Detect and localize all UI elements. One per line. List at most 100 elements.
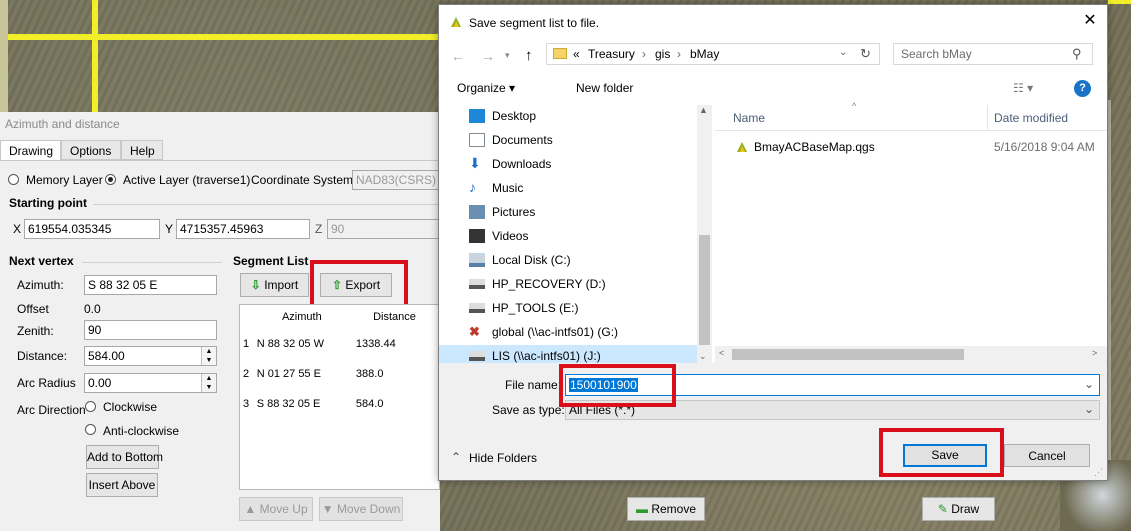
arc-radius-spin-buttons[interactable]: ▲ ▼ (201, 374, 216, 392)
row-number: 3 (243, 398, 250, 410)
scrollbar-thumb[interactable] (732, 349, 964, 360)
music-icon: ♪ (469, 179, 476, 195)
new-folder-button[interactable]: New folder (576, 81, 633, 95)
organize-menu[interactable]: Organize ▾ (457, 81, 515, 95)
move-down-button[interactable]: ▼ Move Down (319, 497, 403, 521)
cancel-button[interactable]: Cancel (1004, 444, 1090, 467)
move-down-label: Move Down (336, 502, 401, 516)
remove-icon: ▬ (635, 502, 648, 516)
chevron-down-icon[interactable]: ⌄ (1084, 402, 1094, 416)
tab-help[interactable]: Help (121, 140, 163, 160)
export-button[interactable]: ⇧ Export (320, 273, 392, 297)
column-divider[interactable] (987, 105, 988, 130)
breadcrumb-bmay[interactable]: bMay (690, 47, 719, 61)
active-layer-radio[interactable] (105, 174, 116, 185)
scroll-down-icon[interactable]: ⌄ (699, 351, 707, 362)
next-vertex-heading: Next vertex (9, 254, 74, 268)
clockwise-radio[interactable] (85, 401, 96, 412)
recent-dropdown-icon[interactable]: ▾ (505, 50, 510, 61)
table-row[interactable]: 2 N 01 27 55 E 388.0 (240, 359, 439, 389)
breadcrumb-gis[interactable]: gis (655, 47, 670, 61)
nav-item-global[interactable]: ✖ global (\\ac-intfs01) (G:) (469, 321, 709, 343)
scroll-left-icon[interactable]: < (719, 348, 724, 358)
road-gray (0, 0, 8, 112)
memory-layer-radio[interactable] (8, 174, 19, 185)
view-options-icon[interactable]: ☷ ▾ (1013, 81, 1033, 95)
chevron-down-icon[interactable]: ⌄ (839, 47, 847, 58)
scroll-up-icon[interactable]: ▲ (699, 105, 708, 115)
address-bar[interactable]: « Treasury › gis › bMay ⌄ ↻ (546, 43, 880, 65)
distance-spin-buttons[interactable]: ▲ ▼ (201, 347, 216, 365)
up-arrow-icon[interactable]: ↑ (525, 47, 533, 64)
column-header-distance[interactable]: Distance (350, 305, 439, 329)
add-to-bottom-button[interactable]: Add to Bottom (86, 445, 163, 469)
draw-button[interactable]: ✎ Draw (922, 497, 995, 521)
column-header-azimuth[interactable]: Azimuth (254, 305, 350, 329)
close-icon[interactable]: ✕ (1080, 11, 1100, 31)
nav-item-downloads[interactable]: ⬇ Downloads (469, 153, 709, 175)
arc-radius-spinbox[interactable]: 0.00 ▲ ▼ (84, 373, 217, 393)
nav-item-pictures[interactable]: Pictures (469, 201, 709, 223)
segment-table[interactable]: Azimuth Distance 1 N 88 32 05 W 1338.44 … (239, 304, 440, 490)
help-icon[interactable]: ? (1074, 80, 1091, 97)
refresh-icon[interactable]: ↻ (860, 46, 871, 62)
back-arrow-icon[interactable]: ← (451, 48, 465, 64)
zenith-input[interactable]: 90 (84, 320, 217, 340)
nav-item-local-disk[interactable]: Local Disk (C:) (469, 249, 709, 271)
arc-radius-label: Arc Radius (17, 376, 76, 390)
navigation-pane[interactable]: Desktop Documents ⬇ Downloads ♪ Music Pi… (439, 105, 714, 363)
anticlockwise-radio[interactable] (85, 424, 96, 435)
save-as-type-value: All Files (*.*) (569, 403, 636, 417)
import-icon: ⇩ (250, 278, 261, 292)
import-button[interactable]: ⇩ Import (240, 273, 309, 297)
nav-item-music[interactable]: ♪ Music (469, 177, 709, 199)
file-date: 5/16/2018 9:04 AM (994, 140, 1095, 154)
file-name-input[interactable]: 1500101900 ⌄ (565, 374, 1100, 396)
chevron-down-icon[interactable]: ⌄ (1084, 377, 1094, 391)
breadcrumb-treasury[interactable]: Treasury (588, 47, 635, 61)
network-drive-icon (469, 351, 485, 361)
offset-label: Offset (17, 302, 49, 316)
save-as-type-select[interactable]: All Files (*.*) ⌄ (565, 400, 1100, 420)
file-row[interactable]: BmayACBaseMap.qgs 5/16/2018 9:04 AM (715, 137, 1107, 157)
z-label: Z (315, 222, 323, 236)
chevron-up-icon: ⌃ (451, 450, 462, 464)
x-input[interactable]: 619554.035345 (24, 219, 160, 239)
row-number: 2 (243, 368, 250, 380)
z-input[interactable]: 90 (327, 219, 440, 239)
column-header-date-modified[interactable]: Date modified (994, 111, 1068, 125)
nav-item-desktop[interactable]: Desktop (469, 105, 709, 127)
breadcrumb-prefix: « (573, 47, 580, 61)
azimuth-input[interactable]: S 88 32 05 E (84, 275, 217, 295)
network-drive-disconnected-icon: ✖ (469, 324, 480, 339)
row-distance: 388.0 (355, 368, 384, 380)
tab-options[interactable]: Options (61, 140, 121, 160)
tab-divider (0, 160, 440, 161)
nav-item-lis[interactable]: LIS (\\ac-intfs01) (J:) (439, 345, 697, 363)
tab-drawing[interactable]: Drawing (0, 140, 61, 161)
nav-item-hp-recovery[interactable]: HP_RECOVERY (D:) (469, 273, 709, 295)
file-list[interactable]: Name ^ Date modified BmayACBaseMap.qgs 5… (715, 101, 1107, 363)
save-button[interactable]: Save (903, 444, 987, 467)
resize-grip-icon[interactable]: ⋰ (1094, 467, 1103, 478)
coordinate-system-select[interactable]: NAD83(CSRS) / U (352, 170, 440, 190)
distance-spinbox[interactable]: 584.00 ▲ ▼ (84, 346, 217, 366)
nav-item-videos[interactable]: Videos (469, 225, 709, 247)
move-up-button[interactable]: ▲ Move Up (239, 497, 313, 521)
y-input[interactable]: 4715357.45963 (176, 219, 310, 239)
forward-arrow-icon[interactable]: → (481, 48, 495, 64)
insert-above-button[interactable]: Insert Above (86, 473, 158, 497)
nav-item-hp-tools[interactable]: HP_TOOLS (E:) (469, 297, 709, 319)
nav-scrollbar[interactable]: ▲ ⌄ (697, 105, 712, 363)
file-name-label: File name: (505, 378, 562, 392)
file-list-scrollbar[interactable]: < > (715, 346, 1107, 363)
remove-button[interactable]: ▬ Remove (627, 497, 705, 521)
nav-item-documents[interactable]: Documents (469, 129, 709, 151)
search-icon[interactable]: ⚲ (1072, 46, 1082, 62)
scrollbar-thumb[interactable] (699, 235, 710, 345)
table-row[interactable]: 1 N 88 32 05 W 1338.44 (240, 329, 439, 359)
column-header-name[interactable]: Name (733, 111, 765, 125)
table-row[interactable]: 3 S 88 32 05 E 584.0 (240, 389, 439, 419)
scroll-right-icon[interactable]: > (1092, 348, 1097, 358)
search-box[interactable]: Search bMay ⚲ (893, 43, 1093, 65)
